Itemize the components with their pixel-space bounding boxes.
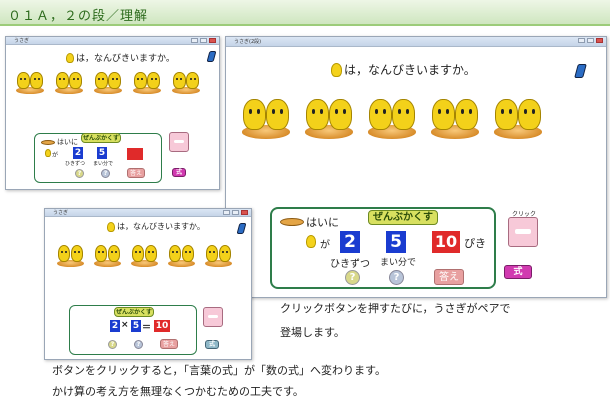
pen-button[interactable] (206, 51, 217, 62)
ga-label: が (52, 152, 59, 159)
math-number-c: 10 (154, 320, 170, 332)
plate-icon (280, 218, 304, 226)
rabbit-pair (16, 72, 44, 94)
expression-box: ぜんぶかくす はいに が 2 5 ひきずつ まい分で ? ? 答え (34, 133, 162, 183)
minimize-icon[interactable] (578, 38, 585, 43)
answer-button[interactable]: 答え (160, 339, 178, 349)
title-bar: うさぎ (6, 37, 219, 45)
ga-label: が (320, 240, 330, 251)
question-text: は，なんびきいますか。 (107, 221, 205, 232)
rabbit-icon (331, 62, 342, 77)
hint-button-1[interactable]: ? (108, 340, 117, 349)
hiki-label: ぴき (464, 237, 486, 250)
answer-button[interactable]: 答え (127, 168, 145, 178)
rabbit-row (16, 72, 200, 94)
close-icon[interactable] (209, 38, 216, 43)
hai-ni-label: はいに (306, 216, 339, 229)
rabbit-icon (45, 149, 51, 157)
caption-2: 登場します。 (280, 326, 345, 339)
hint-button-2[interactable]: ? (389, 270, 404, 285)
answer-box: 10 (432, 231, 460, 253)
rabbit-row (57, 245, 232, 267)
rabbit-pair (368, 99, 416, 139)
rabbit-pair (242, 99, 290, 139)
pen-button[interactable] (574, 64, 587, 78)
window-title: うさぎ (53, 210, 69, 216)
hint-button-1[interactable]: ? (75, 169, 84, 178)
rabbit-icon (107, 221, 115, 232)
click-robot[interactable] (169, 132, 189, 152)
caption-3: ボタンをクリックすると，「言葉の式」が「数の式」へ変わります。 (52, 364, 386, 377)
pen-button[interactable] (236, 223, 247, 234)
expression-box: ぜんぶかくす 2 × 5 ＝ 10 ? ? 答え (69, 305, 197, 355)
rabbit-row (242, 99, 542, 139)
expression-box: ぜんぶかくす はいに が 2 5 10 ぴき ひきずつ まい分で ? ? 答え (270, 207, 496, 289)
caption-1: クリックボタンを押すたびに，うさぎがペアで (280, 302, 511, 315)
rabbit-pair (431, 99, 479, 139)
number-box-2: 5 (97, 147, 107, 159)
shiki-button[interactable]: 式 (504, 265, 532, 279)
hikizutsu-label: ひきずつ (330, 259, 370, 270)
hikizutsu-label: ひきずつ (65, 161, 86, 167)
click-robot[interactable] (203, 307, 223, 327)
rabbit-pair (55, 72, 83, 94)
window-large: うさぎ(2段) は，なんびきいますか。 ぜんぶかくす はいに が 2 5 10 … (225, 36, 607, 298)
hint-button-2[interactable]: ? (134, 340, 143, 349)
hide-all-button[interactable]: ぜんぶかくす (114, 307, 154, 317)
rabbit-pair (133, 72, 161, 94)
number-box-1: 2 (73, 147, 83, 159)
plate-icon (41, 140, 55, 145)
rabbit-pair (305, 99, 353, 139)
math-op: × (121, 320, 129, 330)
window-small-bottom: うさぎ は，なんびきいますか。 ぜんぶかくす 2 × 5 ＝ 10 ? ? 答え… (44, 208, 252, 360)
close-icon[interactable] (596, 38, 603, 43)
maximize-icon[interactable] (200, 38, 207, 43)
math-number-b: 5 (131, 320, 141, 332)
answer-button[interactable]: 答え (434, 269, 464, 285)
number-box-1: 2 (340, 231, 360, 253)
window-title: うさぎ(2段) (234, 39, 262, 45)
click-robot[interactable] (508, 217, 538, 247)
window-title: うさぎ (14, 38, 30, 44)
hint-button-2[interactable]: ? (101, 169, 110, 178)
rabbit-pair (131, 245, 158, 267)
answer-box (127, 148, 143, 160)
question-text: は，なんびきいますか。 (331, 61, 476, 78)
rabbit-pair (205, 245, 232, 267)
maibunde-label: まい分で (380, 258, 417, 268)
minimize-icon[interactable] (223, 210, 230, 215)
hai-ni-label: はいに (57, 138, 78, 146)
number-box-2: 5 (386, 231, 406, 253)
maibunde-label: まい分で (93, 161, 114, 167)
math-number-a: 2 (110, 320, 120, 332)
maximize-icon[interactable] (587, 38, 594, 43)
caption-4: かけ算の考え方を無理なくつかむための工夫です。 (52, 385, 304, 398)
title-bar: うさぎ (45, 209, 251, 217)
rabbit-pair (172, 72, 200, 94)
rabbit-pair (94, 245, 121, 267)
rabbit-pair (168, 245, 195, 267)
section-title: ０１Ａ，２の段／理解 (8, 9, 149, 24)
hint-button-1[interactable]: ? (345, 270, 360, 285)
hide-all-button[interactable]: ぜんぶかくす (368, 210, 438, 225)
shiki-button[interactable]: 式 (172, 168, 186, 177)
question-text: は，なんびきいますか。 (66, 51, 175, 64)
window-small-top: うさぎ は，なんびきいますか。 ぜんぶかくす はいに が 2 5 ひきずつ まい… (5, 36, 220, 190)
minimize-icon[interactable] (191, 38, 198, 43)
title-bar: うさぎ(2段) (226, 37, 606, 47)
close-icon[interactable] (241, 210, 248, 215)
rabbit-pair (94, 72, 122, 94)
rabbit-icon (66, 52, 74, 63)
section-header: ０１Ａ，２の段／理解 (0, 0, 610, 26)
hide-all-button[interactable]: ぜんぶかくす (81, 133, 121, 143)
rabbit-pair (494, 99, 542, 139)
math-eq: ＝ (142, 323, 152, 333)
rabbit-icon (306, 235, 316, 248)
maximize-icon[interactable] (232, 210, 239, 215)
rabbit-pair (57, 245, 84, 267)
shiki-button[interactable]: 式 (205, 340, 219, 349)
